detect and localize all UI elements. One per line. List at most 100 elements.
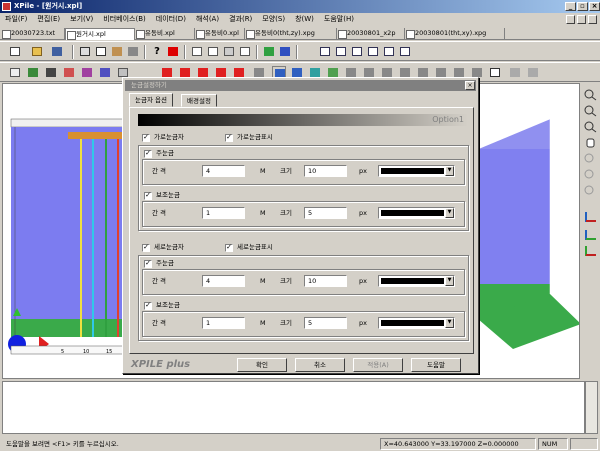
- chevron-down-icon[interactable]: ▼: [445, 166, 454, 176]
- view-icon[interactable]: [350, 45, 364, 58]
- horizontal-major-checkbox[interactable]: ✓: [144, 150, 152, 158]
- doc-tab-active[interactable]: 원거시.xpl: [65, 28, 135, 40]
- horizontal-minor-size-input[interactable]: 5: [304, 207, 347, 219]
- vertical-ruler-checkbox[interactable]: ✓: [142, 244, 150, 252]
- horizontal-major-interval-input[interactable]: 4: [202, 165, 245, 177]
- px-label: px: [359, 319, 367, 327]
- size-label: 크기: [280, 277, 292, 285]
- axis-icon[interactable]: [584, 229, 597, 241]
- doc-tab[interactable]: 20030801_x2p: [337, 28, 405, 40]
- restore-button[interactable]: ▫: [577, 2, 588, 11]
- new-file-icon[interactable]: [8, 45, 22, 58]
- chevron-down-icon[interactable]: ▼: [445, 208, 454, 218]
- axis-icon[interactable]: [584, 245, 597, 257]
- doc-tab[interactable]: 유동비.xpl: [135, 28, 195, 40]
- menu-window[interactable]: 창(W): [290, 13, 319, 26]
- zoom-out-icon[interactable]: [584, 105, 597, 117]
- vertical-grid-show-checkbox[interactable]: ✓: [225, 244, 233, 252]
- list-icon[interactable]: [206, 45, 220, 58]
- vertical-major-checkbox[interactable]: ✓: [144, 260, 152, 268]
- tab-background-settings[interactable]: 배경설정: [181, 94, 217, 107]
- option-label: Option1: [432, 115, 464, 124]
- paste-icon[interactable]: [110, 45, 124, 58]
- copy-icon[interactable]: [94, 45, 108, 58]
- text-icon[interactable]: [8, 66, 22, 79]
- zoom-icon[interactable]: [584, 153, 597, 165]
- tool-icon[interactable]: [98, 66, 112, 79]
- save-icon[interactable]: [50, 45, 64, 58]
- zoom-in-icon[interactable]: [584, 89, 597, 101]
- horizontal-major-size-input[interactable]: 10: [304, 165, 347, 177]
- tool-icon[interactable]: [80, 66, 94, 79]
- menu-result[interactable]: 결과(R): [224, 13, 257, 26]
- horizontal-ruler-checkbox[interactable]: ✓: [142, 134, 150, 142]
- help-button[interactable]: 도움말: [411, 358, 461, 372]
- tool-icon[interactable]: [508, 66, 522, 79]
- vertical-major-size-input[interactable]: 10: [304, 275, 347, 287]
- menu-help[interactable]: 도움말(H): [319, 13, 359, 26]
- dialog-close-button[interactable]: ×: [465, 81, 475, 90]
- minimize-button[interactable]: _: [565, 2, 576, 11]
- cancel-button[interactable]: 취소: [295, 358, 345, 372]
- context-help-icon[interactable]: [166, 45, 180, 58]
- horizontal-minor-checkbox[interactable]: ✓: [144, 192, 152, 200]
- menu-database[interactable]: 비터베이스(B): [98, 13, 150, 26]
- doc-tab[interactable]: 유동비0(tht,zy).xpg: [245, 28, 337, 40]
- horizontal-grid-show-checkbox[interactable]: ✓: [225, 134, 233, 142]
- view-icon[interactable]: [334, 45, 348, 58]
- tool-icon[interactable]: [62, 66, 76, 79]
- apply-button[interactable]: 적용(A): [353, 358, 403, 372]
- view-icon[interactable]: [318, 45, 332, 58]
- zoom-window-icon[interactable]: [584, 121, 597, 133]
- doc-tab[interactable]: 유동비0.xpl: [195, 28, 245, 40]
- close-button[interactable]: ×: [589, 2, 600, 11]
- table-icon[interactable]: [26, 66, 40, 79]
- vertical-minor-interval-input[interactable]: 1: [202, 317, 245, 329]
- horizontal-minor-color-picker[interactable]: ▼: [378, 207, 455, 219]
- output-pane[interactable]: [2, 381, 585, 434]
- vertical-minor-checkbox[interactable]: ✓: [144, 302, 152, 310]
- view-icon[interactable]: [382, 45, 396, 58]
- vertical-major-color-picker[interactable]: ▼: [378, 275, 455, 287]
- menu-edit[interactable]: 편집(E): [32, 13, 65, 26]
- vertical-major-interval-input[interactable]: 4: [202, 275, 245, 287]
- axis-icon[interactable]: [584, 211, 597, 223]
- vertical-minor-color-picker[interactable]: ▼: [378, 317, 455, 329]
- view-icon[interactable]: [366, 45, 380, 58]
- chart-icon[interactable]: [278, 45, 292, 58]
- menu-data[interactable]: 데이터(D): [151, 13, 191, 26]
- chevron-down-icon[interactable]: ▼: [445, 276, 454, 286]
- ok-button[interactable]: 확인: [237, 358, 287, 372]
- pan-hand-icon[interactable]: [584, 137, 597, 149]
- view-icon[interactable]: [398, 45, 412, 58]
- menu-view[interactable]: 보기(V): [65, 13, 98, 26]
- cascade-icon[interactable]: [222, 45, 236, 58]
- graph-icon[interactable]: [262, 45, 276, 58]
- help-icon[interactable]: ?: [150, 45, 164, 58]
- menu-shape[interactable]: 모양(S): [257, 13, 290, 26]
- tool-icon[interactable]: [526, 66, 540, 79]
- mdi-restore-button[interactable]: [577, 15, 586, 24]
- doc-icon[interactable]: [190, 45, 204, 58]
- zoom-icon[interactable]: [584, 169, 597, 181]
- cut-icon[interactable]: [78, 45, 92, 58]
- output-scrollbar[interactable]: [585, 381, 598, 434]
- sheet-icon[interactable]: [238, 45, 252, 58]
- zoom-icon[interactable]: [584, 185, 597, 197]
- tool-icon[interactable]: [488, 66, 502, 79]
- horizontal-major-color-picker[interactable]: ▼: [378, 165, 455, 177]
- vertical-minor-size-input[interactable]: 5: [304, 317, 347, 329]
- open-folder-icon[interactable]: [30, 45, 44, 58]
- doc-tab[interactable]: 20030723.txt: [1, 28, 65, 40]
- view-toolbar: [581, 83, 600, 379]
- tab-ruler-options[interactable]: 눈금자 옵션: [129, 93, 173, 107]
- mdi-minimize-button[interactable]: [566, 15, 575, 24]
- horizontal-minor-interval-input[interactable]: 1: [202, 207, 245, 219]
- menu-file[interactable]: 파일(F): [0, 13, 32, 26]
- tool-icon[interactable]: [44, 66, 58, 79]
- doc-tab[interactable]: 20030801(tht,xy).xpg: [405, 28, 505, 40]
- menu-analysis[interactable]: 해석(A): [191, 13, 224, 26]
- chevron-down-icon[interactable]: ▼: [445, 318, 454, 328]
- mdi-close-button[interactable]: [588, 15, 597, 24]
- print-icon[interactable]: [126, 45, 140, 58]
